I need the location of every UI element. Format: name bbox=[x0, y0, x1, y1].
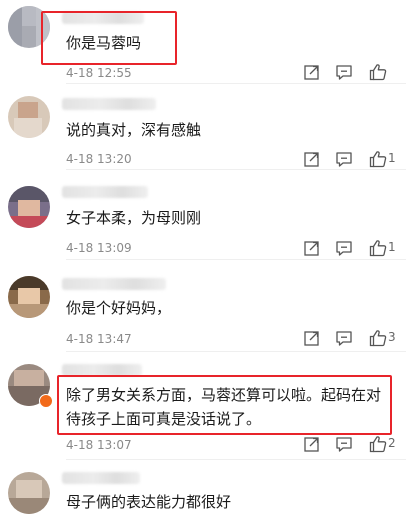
comment-text: 你是个好妈妈， bbox=[66, 299, 172, 317]
share-icon[interactable] bbox=[302, 434, 322, 454]
avatar[interactable] bbox=[8, 186, 50, 228]
like-count: 3 bbox=[388, 330, 396, 344]
share-icon[interactable] bbox=[302, 328, 322, 348]
share-icon[interactable] bbox=[302, 62, 322, 82]
like-count: 1 bbox=[388, 240, 396, 254]
comment-text: 女子本柔，为母则刚 bbox=[66, 209, 202, 227]
comment-actions: 1 bbox=[298, 149, 402, 169]
comment-time: 4-18 13:07 bbox=[66, 438, 132, 452]
reply-icon[interactable] bbox=[334, 328, 354, 348]
username-blurred[interactable] bbox=[62, 186, 148, 198]
like-count: 2 bbox=[388, 436, 396, 450]
comment-text: 母子俩的表达能力都很好 bbox=[66, 493, 232, 511]
reply-icon[interactable] bbox=[334, 434, 354, 454]
comment-actions: 2 bbox=[298, 434, 402, 454]
comment-time: 4-18 12:55 bbox=[66, 66, 132, 80]
comment-time: 4-18 13:20 bbox=[66, 152, 132, 166]
highlight-box-2 bbox=[57, 375, 392, 435]
comment-actions: 3 bbox=[298, 328, 402, 348]
reply-icon[interactable] bbox=[334, 62, 354, 82]
comment-item-3: 女子本柔，为母则刚 4-18 13:09 1 bbox=[0, 170, 406, 260]
comment-item-2: 说的真对，深有感触 4-18 13:20 1 bbox=[0, 84, 406, 170]
share-icon[interactable] bbox=[302, 238, 322, 258]
reply-icon[interactable] bbox=[334, 149, 354, 169]
avatar[interactable] bbox=[8, 96, 50, 138]
comment-item-4: 你是个好妈妈， 4-18 13:47 3 bbox=[0, 260, 406, 352]
like-icon[interactable] bbox=[368, 149, 388, 169]
comment-item-6: 母子俩的表达能力都很好 bbox=[0, 460, 406, 515]
verified-badge-icon bbox=[39, 394, 53, 408]
reply-icon[interactable] bbox=[334, 238, 354, 258]
highlight-box-1 bbox=[41, 11, 177, 65]
username-blurred[interactable] bbox=[62, 472, 140, 484]
avatar[interactable] bbox=[8, 276, 50, 318]
like-icon[interactable] bbox=[368, 434, 388, 454]
like-icon[interactable] bbox=[368, 328, 388, 348]
like-icon[interactable] bbox=[368, 62, 388, 82]
share-icon[interactable] bbox=[302, 149, 322, 169]
like-icon[interactable] bbox=[368, 238, 388, 258]
comment-time: 4-18 13:09 bbox=[66, 241, 132, 255]
like-count: 1 bbox=[388, 151, 396, 165]
username-blurred[interactable] bbox=[62, 278, 166, 290]
username-blurred[interactable] bbox=[62, 98, 156, 110]
comment-time: 4-18 13:47 bbox=[66, 332, 132, 346]
comment-actions bbox=[298, 62, 402, 82]
avatar[interactable] bbox=[8, 472, 50, 514]
comment-actions: 1 bbox=[298, 238, 402, 258]
comment-text: 说的真对，深有感触 bbox=[66, 121, 202, 139]
